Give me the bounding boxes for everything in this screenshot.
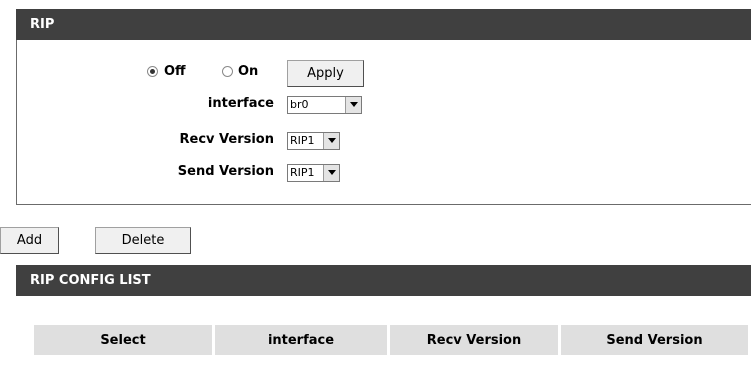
rip-on-radio[interactable]	[222, 66, 233, 77]
interface-label: interface	[207, 96, 274, 111]
rip-config-list-header: RIP CONFIG LIST	[16, 265, 751, 296]
table-header-row: Select interface Recv Version Send Versi…	[34, 325, 748, 355]
send-version-select[interactable]: RIP1	[287, 164, 340, 182]
interface-select[interactable]: br0	[287, 96, 362, 114]
column-header-send-version: Send Version	[561, 325, 748, 355]
send-version-label: Send Version	[177, 164, 274, 179]
interface-select-value: br0	[290, 98, 309, 111]
recv-version-value: RIP1	[290, 134, 315, 147]
chevron-down-icon	[345, 97, 361, 113]
add-button[interactable]: Add	[0, 227, 59, 254]
rip-on-label: On	[238, 64, 259, 79]
rip-off-radio[interactable]	[147, 66, 158, 77]
send-version-value: RIP1	[290, 166, 315, 179]
rip-off-label: Off	[164, 64, 186, 79]
apply-button[interactable]: Apply	[287, 60, 364, 87]
column-header-recv-version: Recv Version	[390, 325, 558, 355]
recv-version-select[interactable]: RIP1	[287, 132, 340, 150]
rip-section-header: RIP	[16, 9, 751, 40]
rip-settings-panel: Off On Apply interface br0 Recv Version …	[16, 40, 751, 205]
chevron-down-icon	[323, 165, 339, 181]
recv-version-label: Recv Version	[179, 132, 275, 147]
rip-config-table: Select interface Recv Version Send Versi…	[31, 325, 751, 355]
chevron-down-icon	[323, 133, 339, 149]
column-header-interface: interface	[215, 325, 387, 355]
column-header-select: Select	[34, 325, 212, 355]
delete-button[interactable]: Delete	[95, 227, 191, 254]
